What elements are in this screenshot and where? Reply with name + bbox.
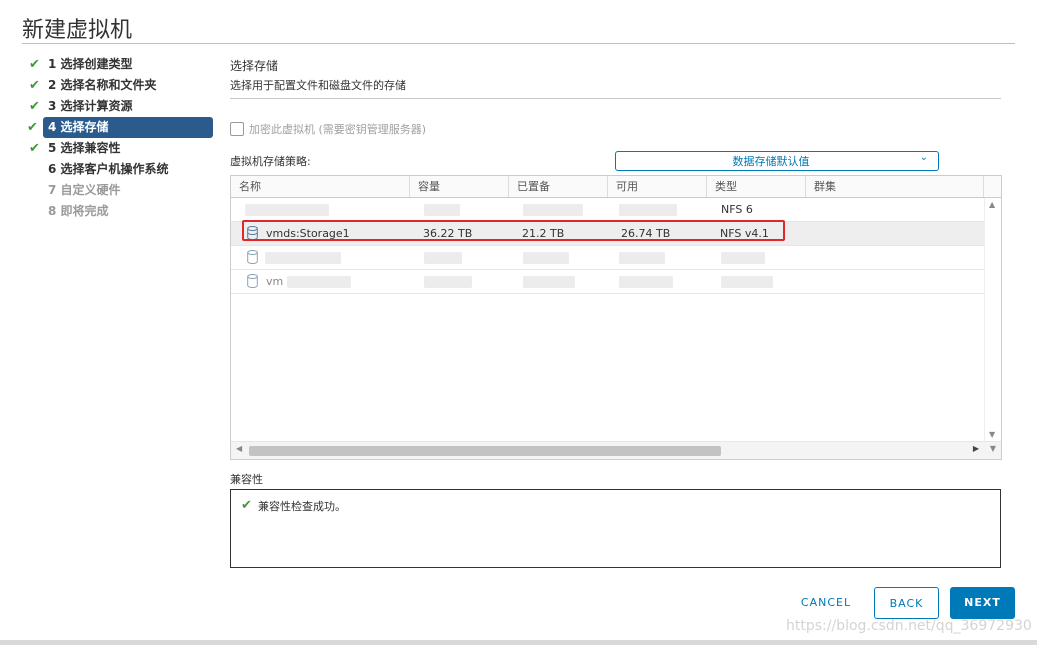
check-icon: ✔	[29, 141, 40, 156]
blurred-cell	[424, 252, 462, 264]
step-label: 1 选择创建类型	[48, 57, 133, 71]
blurred-cell	[424, 276, 472, 288]
wizard-steps: ✔ 1 选择创建类型 ✔ 2 选择名称和文件夹 ✔ 3 选择计算资源 ✔ 4 选择存储 …	[27, 54, 213, 222]
section-divider	[230, 98, 1001, 99]
step-2[interactable]: ✔ 2 选择名称和文件夹	[27, 75, 213, 96]
compatibility-message: 兼容性检查成功。	[258, 500, 346, 513]
blurred-cell	[721, 276, 773, 288]
step-label: 2 选择名称和文件夹	[48, 78, 157, 92]
blurred-cell	[619, 204, 677, 216]
blurred-cell	[523, 252, 569, 264]
column-header-capacity[interactable]: 容量	[410, 176, 509, 197]
dialog-title: 新建虚拟机	[22, 18, 133, 43]
step-label: 7 自定义硬件	[48, 183, 121, 197]
column-header-provisioned[interactable]: 已置备	[509, 176, 608, 197]
scroll-down-arrow-icon[interactable]: ▼	[990, 444, 996, 453]
column-header-free[interactable]: 可用	[608, 176, 707, 197]
step-5[interactable]: ✔ 5 选择兼容性	[27, 138, 213, 159]
next-button[interactable]: NEXT	[950, 587, 1015, 619]
column-header-cluster[interactable]: 群集	[806, 176, 984, 197]
scrollbar-thumb[interactable]	[249, 446, 721, 456]
storage-policy-label: 虚拟机存储策略:	[230, 155, 311, 168]
blurred-cell	[523, 204, 583, 216]
chevron-down-icon: ⌄	[919, 152, 928, 163]
section-description: 选择用于配置文件和磁盘文件的存储	[230, 79, 406, 92]
step-3[interactable]: ✔ 3 选择计算资源	[27, 96, 213, 117]
step-8: 8 即将完成	[27, 201, 213, 222]
step-label: 6 选择客户机操作系统	[48, 162, 169, 176]
compatibility-box: ✔ 兼容性检查成功。	[230, 489, 1001, 568]
storage-policy-select[interactable]: 数据存储默认值 ⌄	[615, 151, 939, 171]
encrypt-checkbox[interactable]	[230, 122, 244, 136]
section-title: 选择存储	[230, 59, 279, 73]
vertical-scrollbar[interactable]: ▲ ▼	[984, 198, 1001, 441]
selection-highlight	[242, 220, 785, 241]
grid-header: 名称 容量 已置备 可用 类型 群集	[231, 176, 1001, 198]
check-icon: ✔	[241, 498, 252, 513]
scroll-left-arrow-icon[interactable]: ◀	[236, 444, 242, 453]
step-7: 7 自定义硬件	[27, 180, 213, 201]
step-label: 4 选择存储	[48, 120, 109, 134]
step-label: 3 选择计算资源	[48, 99, 133, 113]
scroll-up-arrow-icon[interactable]: ▲	[989, 200, 995, 209]
datastore-grid: 名称 容量 已置备 可用 类型 群集 NFS 6 vmds:Storage1 3…	[230, 175, 1002, 460]
datastore-icon	[247, 274, 258, 288]
blurred-cell	[424, 204, 460, 216]
cell-name: vm	[266, 275, 284, 288]
step-label: 8 即将完成	[48, 204, 109, 218]
back-button[interactable]: BACK	[874, 587, 939, 619]
step-label: 5 选择兼容性	[48, 141, 121, 155]
blurred-cell	[523, 276, 575, 288]
cancel-button[interactable]: CANCEL	[791, 587, 861, 619]
blurred-cell	[287, 276, 351, 288]
blurred-cell	[265, 252, 341, 264]
scroll-right-arrow-icon[interactable]: ▶	[973, 444, 979, 453]
blurred-cell	[721, 252, 765, 264]
encrypt-label: 加密此虚拟机 (需要密钥管理服务器)	[249, 123, 427, 136]
table-row[interactable]: NFS 6	[231, 198, 984, 222]
scroll-down-arrow-icon[interactable]: ▼	[989, 430, 995, 439]
storage-policy-value: 数据存储默认值	[732, 155, 810, 168]
column-header-type[interactable]: 类型	[707, 176, 806, 197]
title-divider	[22, 43, 1015, 44]
step-1[interactable]: ✔ 1 选择创建类型	[27, 54, 213, 75]
check-icon: ✔	[27, 120, 38, 135]
blurred-cell	[619, 276, 673, 288]
check-icon: ✔	[29, 78, 40, 93]
table-row[interactable]	[231, 246, 984, 270]
watermark: https://blog.csdn.net/qq_36972930	[786, 618, 1032, 634]
step-4[interactable]: ✔ 4 选择存储	[27, 117, 213, 138]
datastore-icon	[247, 250, 258, 264]
bottom-strip	[0, 640, 1037, 645]
cell-type: NFS 6	[721, 203, 753, 216]
check-icon: ✔	[29, 57, 40, 72]
check-icon: ✔	[29, 99, 40, 114]
blurred-cell	[619, 252, 665, 264]
column-header-name[interactable]: 名称	[231, 176, 410, 197]
compatibility-label: 兼容性	[230, 473, 263, 486]
horizontal-scrollbar[interactable]: ◀ ▶ ▼	[231, 441, 1001, 459]
blurred-cell	[245, 204, 329, 216]
table-row[interactable]: vm	[231, 270, 984, 294]
step-6[interactable]: 6 选择客户机操作系统	[27, 159, 213, 180]
